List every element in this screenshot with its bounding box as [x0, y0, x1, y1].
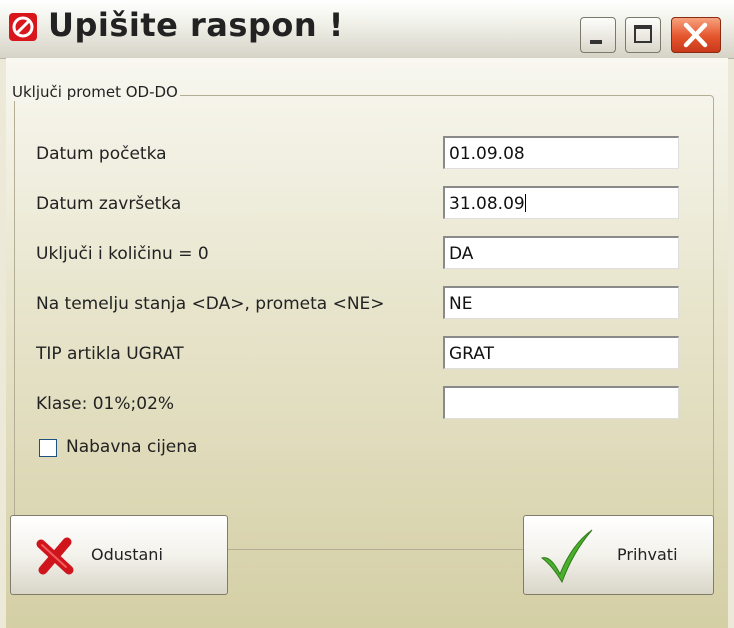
end-date-value: 31.08.09 — [449, 194, 525, 214]
include-zero-input[interactable]: DA — [443, 236, 679, 269]
checkbox-label: Nabavna cijena — [66, 437, 198, 457]
green-checkmark-icon — [540, 529, 593, 584]
close-button[interactable] — [671, 17, 721, 53]
classes-input[interactable] — [443, 386, 679, 419]
dialog-window: Upišite raspon ! Uključi promet OD-DO Da… — [0, 0, 734, 628]
end-date-input[interactable]: 31.08.09 — [443, 186, 679, 219]
text-caret — [524, 194, 526, 212]
field-label-basis: Na temelju stanja <DA>, prometa <NE> — [36, 294, 385, 314]
window-title: Upišite raspon ! — [48, 6, 344, 44]
close-icon — [683, 22, 708, 48]
accept-label: Prihvati — [617, 545, 678, 564]
field-label-item-type: TIP artikla UGRAT — [36, 344, 184, 364]
minimize-button[interactable] — [580, 17, 616, 53]
cancel-button[interactable]: Odustani — [10, 515, 228, 595]
field-label-include-zero: Uključi i količinu = 0 — [36, 244, 209, 264]
accept-button[interactable]: Prihvati — [523, 515, 714, 595]
nabavna-cijena-checkbox[interactable] — [39, 439, 57, 457]
cancel-label: Odustani — [91, 545, 163, 564]
group-label: Uključi promet OD-DO — [10, 83, 180, 101]
title-bar[interactable]: Upišite raspon ! — [0, 0, 734, 59]
field-label-classes: Klase: 01%;02% — [36, 394, 175, 414]
field-label-start-date: Datum početka — [36, 144, 167, 164]
red-circle-slash-icon — [9, 13, 37, 41]
minimize-icon — [590, 40, 602, 44]
maximize-icon — [634, 25, 652, 43]
field-label-end-date: Datum završetka — [36, 194, 182, 214]
maximize-button[interactable] — [625, 17, 661, 53]
start-date-input[interactable]: 01.09.08 — [443, 136, 679, 169]
item-type-input[interactable]: GRAT — [443, 336, 679, 369]
basis-input[interactable]: NE — [443, 286, 679, 319]
red-x-icon — [36, 537, 74, 575]
dialog-content: Uključi promet OD-DO Datum početka 01.09… — [6, 58, 728, 628]
